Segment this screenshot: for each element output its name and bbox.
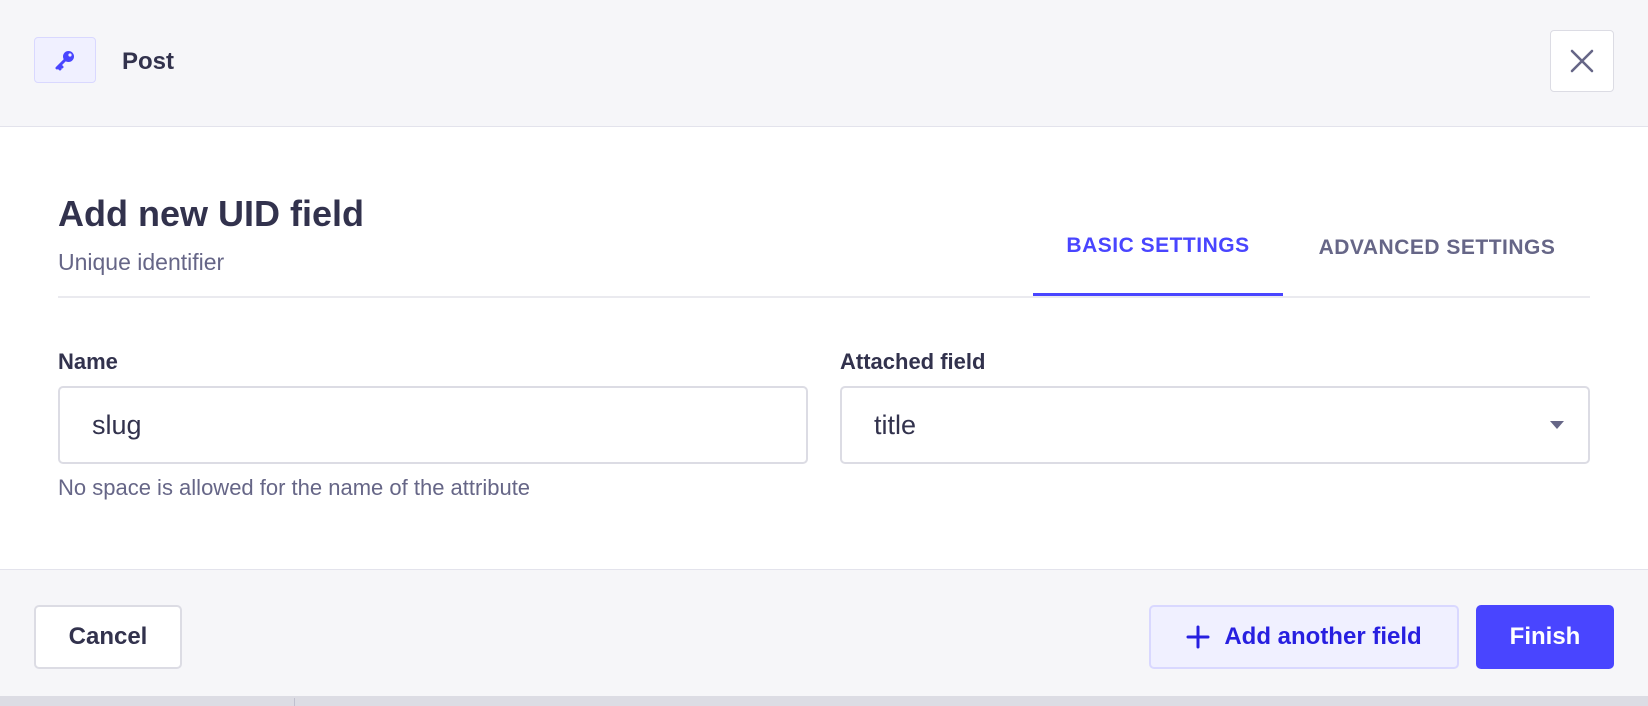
caret-down-icon: [1550, 421, 1564, 429]
form-subtitle: Unique identifier: [58, 249, 225, 275]
plus-icon: [1186, 625, 1210, 649]
attached-field-select[interactable]: title: [840, 386, 1590, 464]
modal-body: Add new UID field Unique identifier BASI…: [0, 127, 1648, 569]
modal-footer: Cancel Add another field Finish: [0, 569, 1648, 696]
close-icon: [1570, 49, 1594, 73]
tabs-divider: [58, 296, 1590, 298]
cancel-button-label: Cancel: [68, 623, 148, 650]
finish-button[interactable]: Finish: [1476, 605, 1614, 669]
background-divider: [294, 698, 295, 706]
add-another-field-label: Add another field: [1224, 623, 1422, 650]
finish-button-label: Finish: [1509, 623, 1581, 650]
tab-advanced-settings[interactable]: ADVANCED SETTINGS: [1300, 199, 1574, 297]
name-input[interactable]: slug: [58, 386, 808, 464]
attached-field-label: Attached field: [840, 349, 986, 374]
add-field-modal: Post Add new UID field Unique identifier…: [0, 0, 1648, 706]
attached-field-value: title: [874, 409, 917, 440]
key-icon: [34, 37, 96, 83]
content-type-title: Post: [122, 48, 175, 75]
add-another-field-button[interactable]: Add another field: [1149, 605, 1459, 669]
background-strip: [0, 696, 1648, 706]
close-button[interactable]: [1550, 30, 1614, 92]
name-label: Name: [58, 349, 118, 374]
modal-header: Post: [0, 0, 1648, 127]
name-hint: No space is allowed for the name of the …: [58, 475, 531, 500]
name-input-value: slug: [92, 409, 142, 440]
cancel-button[interactable]: Cancel: [34, 605, 182, 669]
tab-basic-settings[interactable]: BASIC SETTINGS: [1033, 199, 1283, 297]
form-title: Add new UID field: [58, 193, 364, 234]
